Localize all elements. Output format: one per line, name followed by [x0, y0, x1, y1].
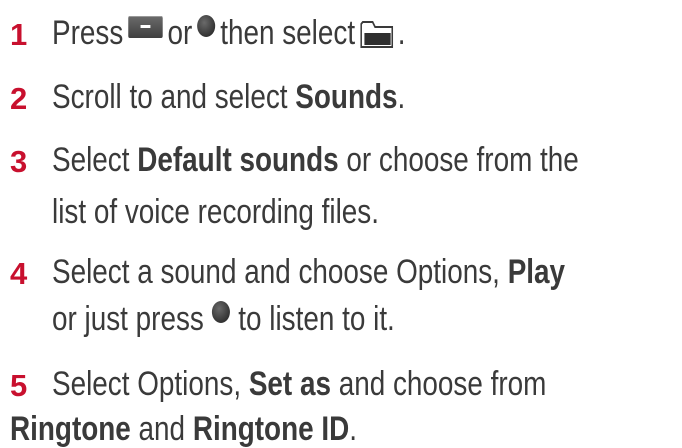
- step-number: 3: [10, 144, 28, 179]
- step-number: 4: [10, 256, 28, 291]
- bold-term: Sounds: [295, 78, 398, 116]
- step-text-line2: or just press to listen to it.: [52, 300, 395, 338]
- bold-term: Default sounds: [137, 141, 339, 179]
- step-text: Scroll to and select Sounds.: [52, 78, 406, 116]
- ok-button-icon: [197, 15, 216, 38]
- bold-term: Ringtone ID: [192, 410, 350, 448]
- bold-term: Ringtone: [10, 410, 131, 448]
- step-text-line2: Ringtone and Ringtone ID.: [10, 410, 358, 448]
- step-number: 2: [10, 81, 28, 116]
- step-text: Press or then select.: [52, 14, 406, 52]
- bold-term: Set as: [248, 365, 331, 403]
- ok-button-icon: [212, 301, 231, 324]
- step-number: 5: [10, 368, 28, 403]
- step-text-line2: list of voice recording files.: [52, 193, 379, 231]
- softkey-icon: [128, 16, 163, 39]
- step-text: Select Options, Set as and choose from: [52, 365, 547, 403]
- bold-term: Play: [507, 253, 566, 291]
- step-text: Select Default sounds or choose from the: [52, 141, 579, 179]
- step-number: 1: [10, 17, 28, 52]
- step-text: Select a sound and choose Options, Play: [52, 253, 566, 291]
- folder-icon: [359, 18, 393, 49]
